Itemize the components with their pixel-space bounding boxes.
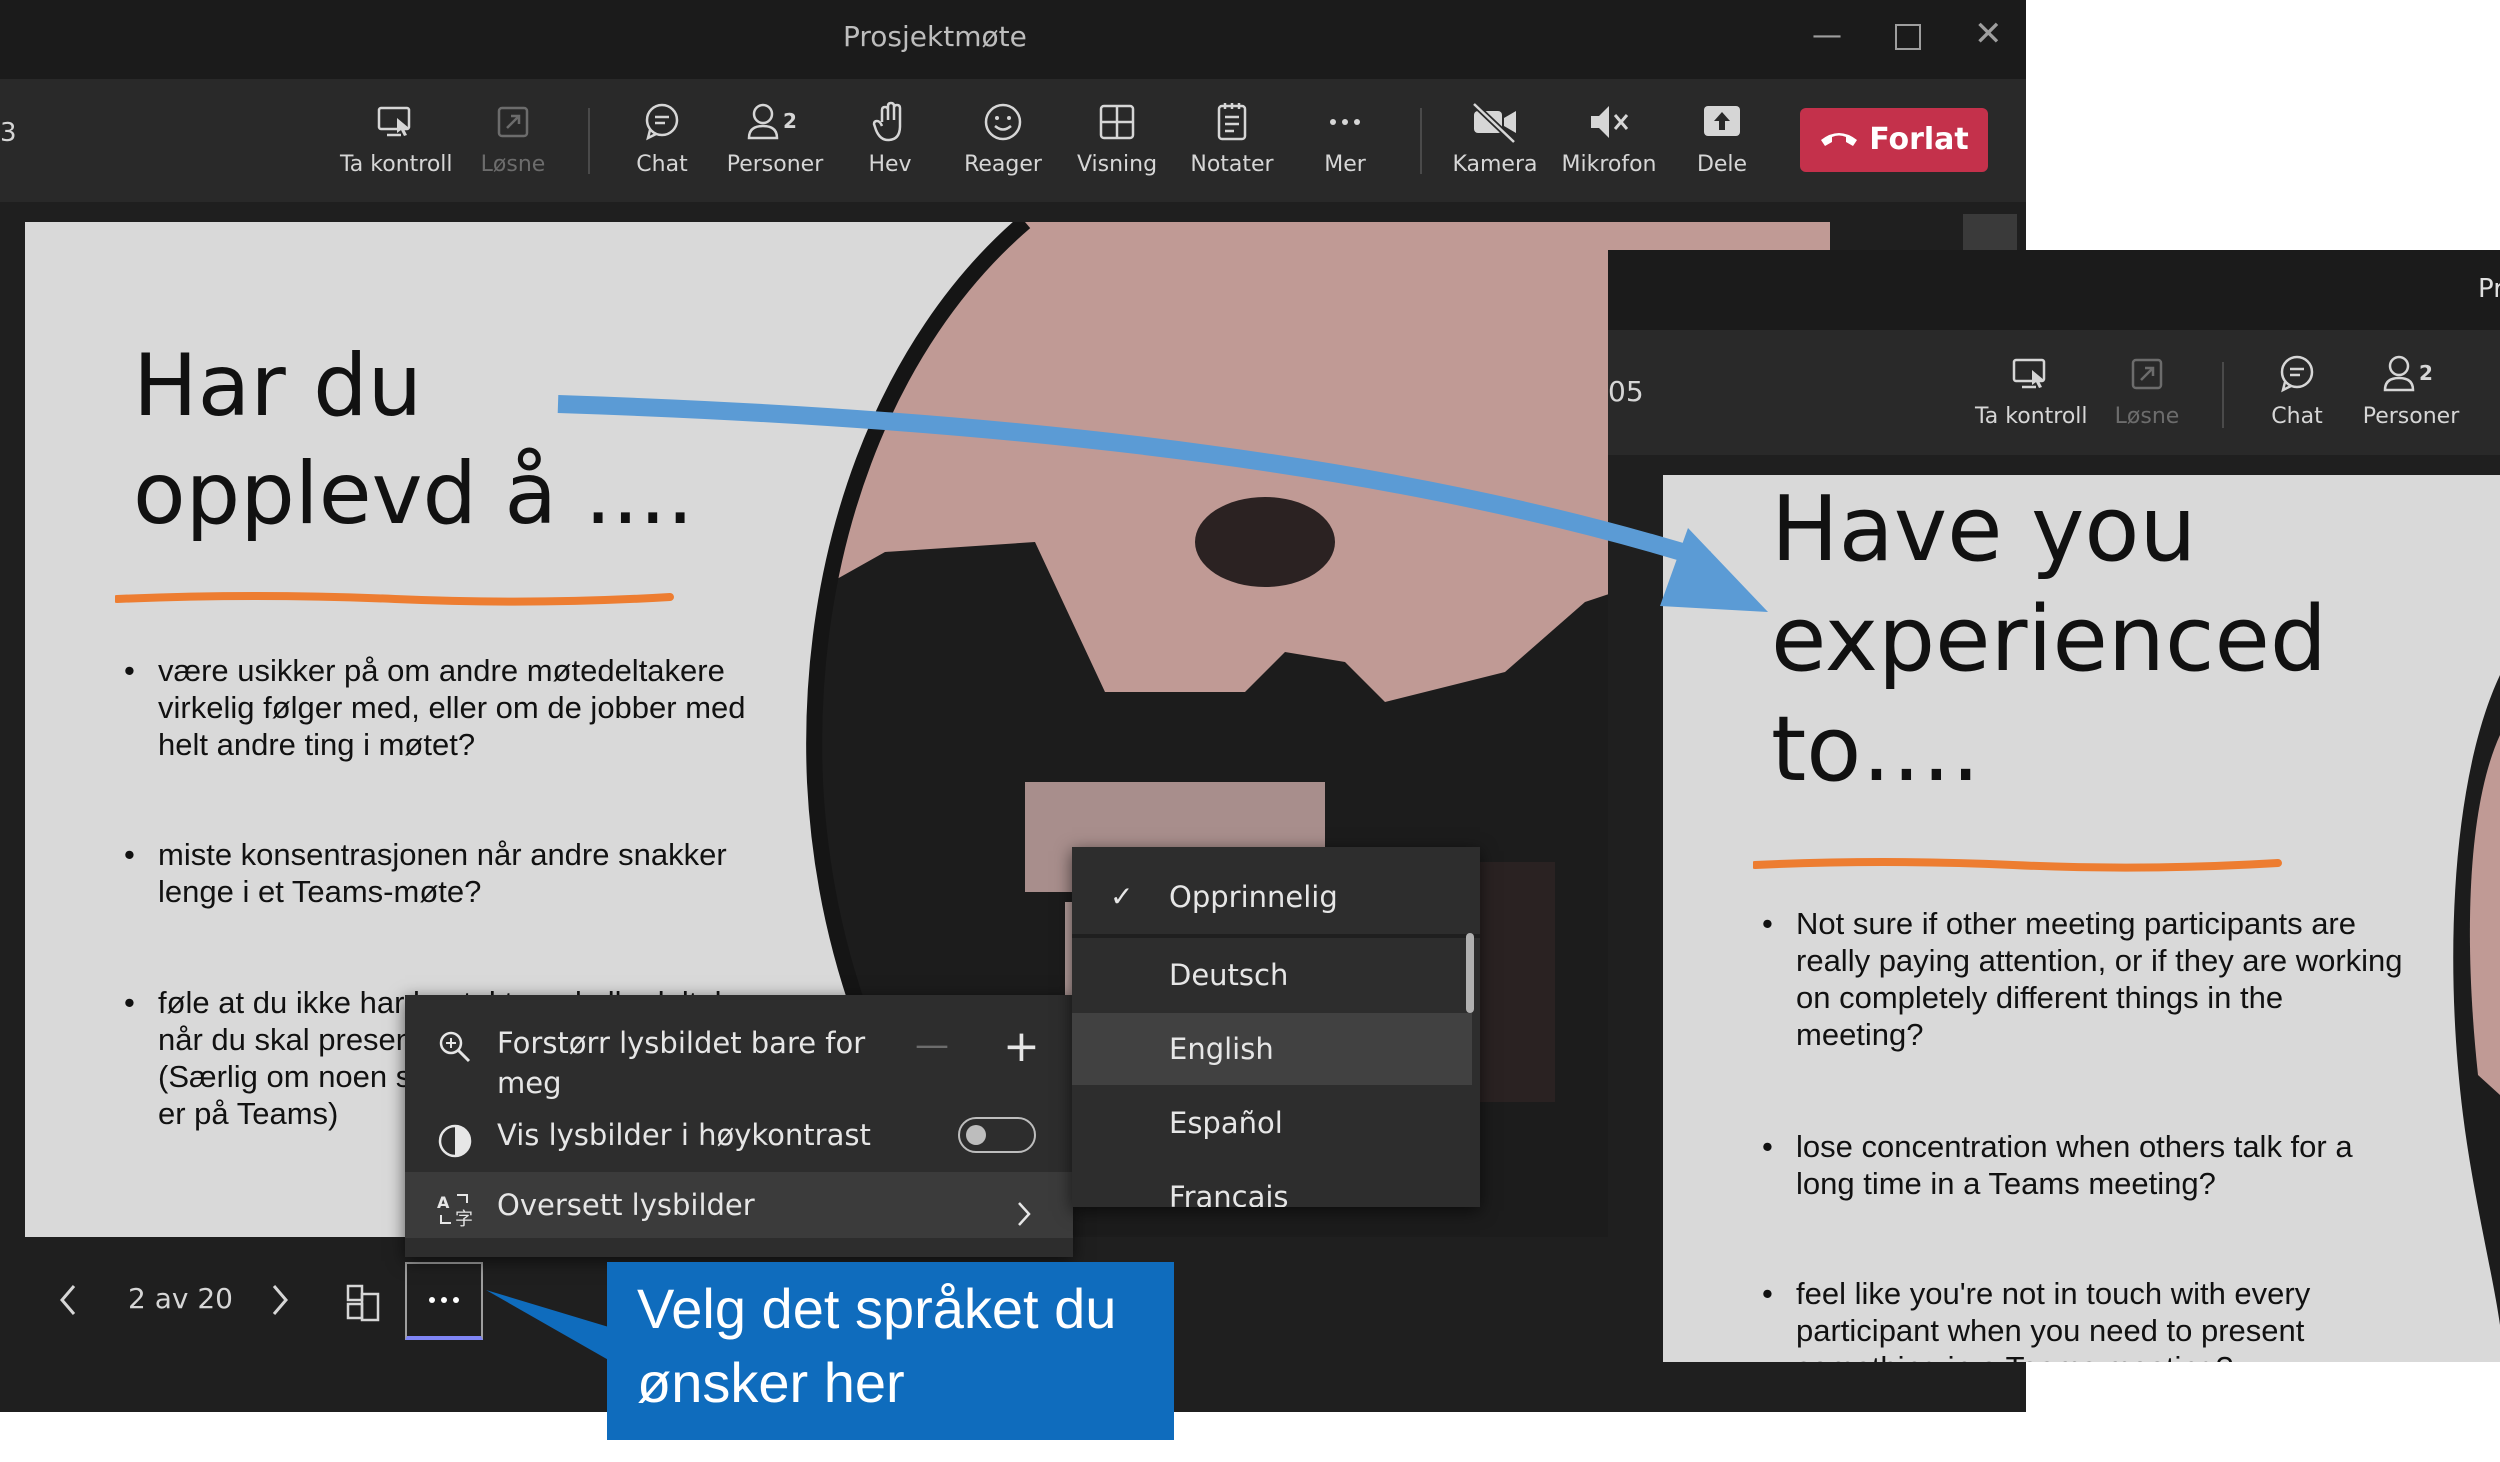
callout-line-2: ønsker her bbox=[637, 1351, 905, 1414]
instruction-callout: Velg det språket du ønsker her bbox=[607, 1262, 1174, 1440]
translation-arrow-head bbox=[1660, 528, 1768, 612]
translation-arrow bbox=[557, 395, 1711, 569]
callout-line-1: Velg det språket du bbox=[637, 1277, 1117, 1340]
callout-pointer bbox=[486, 1290, 612, 1362]
annotation-overlay bbox=[486, 395, 1768, 1362]
